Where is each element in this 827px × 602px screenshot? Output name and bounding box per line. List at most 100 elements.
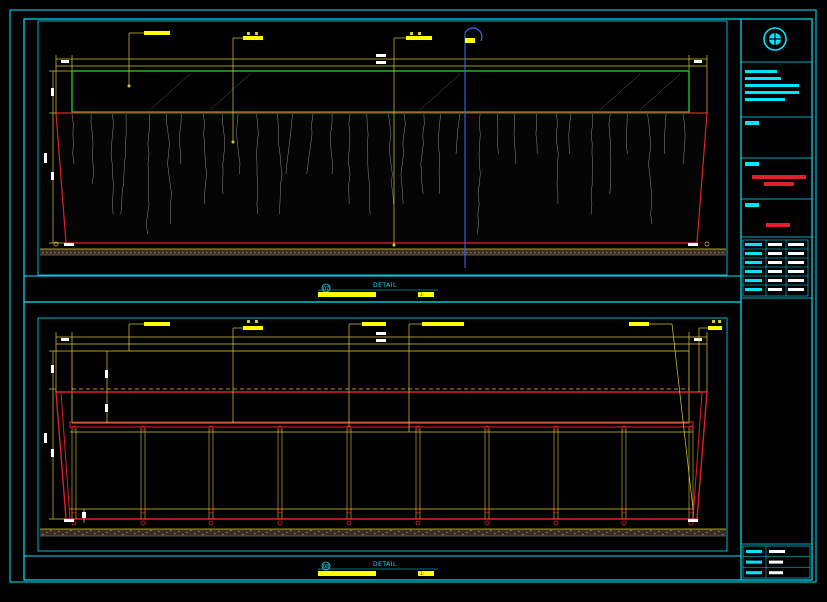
floor-hatch-dot	[418, 252, 420, 253]
floor-hatch-dot	[282, 252, 284, 253]
floor-hatch-dot	[518, 252, 520, 253]
floor-hatch-dot	[374, 533, 376, 534]
dim-label-overall	[376, 54, 386, 57]
floor-hatch-dot	[606, 252, 608, 253]
floor-hatch-dot	[690, 530, 692, 531]
callout-mark	[418, 32, 421, 35]
section-pointer-icon	[464, 27, 483, 43]
floor-hatch-dot	[42, 252, 44, 253]
floor-hatch-dot	[242, 252, 244, 253]
floor-hatch-dot	[442, 252, 444, 253]
sign-cell-bar	[768, 252, 782, 255]
floor-hatch-dot	[482, 252, 484, 253]
floor-hatch-dot	[614, 533, 616, 534]
floor-hatch-dot	[174, 533, 176, 534]
frame-bolt	[621, 520, 627, 526]
floor-hatch-dot	[338, 531, 340, 532]
floor-hatch-dot	[290, 252, 292, 253]
floor-hatch-dot	[646, 532, 648, 533]
floor-hatch-dot	[198, 252, 200, 253]
floor-hatch-dot	[554, 252, 556, 253]
floor-hatch-dot	[286, 252, 288, 253]
floor-hatch-dot	[154, 533, 156, 534]
floor-hatch-dot	[598, 531, 600, 532]
callout-tag	[629, 322, 649, 326]
floor-hatch-dot	[670, 252, 672, 253]
floor-hatch-dot	[42, 534, 44, 535]
drawing-name-bar	[766, 223, 790, 227]
floor-hatch-dot	[194, 533, 196, 534]
floor-hatch-dot	[170, 530, 172, 531]
foot-label-left	[64, 519, 74, 522]
floor-hatch-dot	[54, 533, 56, 534]
floor-hatch-dot	[170, 252, 172, 253]
floor-hatch-dot	[74, 252, 76, 253]
floor-hatch-dot	[546, 532, 548, 533]
floor-hatch-dot	[606, 532, 608, 533]
floor-hatch-dot	[494, 533, 496, 534]
floor-hatch-dot	[246, 532, 248, 533]
floor-hatch-dot	[458, 531, 460, 532]
floor-hatch-dot	[290, 530, 292, 531]
floor-hatch-dot	[558, 531, 560, 532]
floor-hatch-dot	[518, 531, 520, 532]
floor-hatch-dot	[526, 252, 528, 253]
dim-label-total	[44, 153, 47, 163]
floor-hatch-dot	[586, 252, 588, 253]
floor-hatch-dot	[258, 252, 260, 253]
floor-hatch-dot	[674, 252, 676, 253]
floor-hatch-dot	[158, 531, 160, 532]
callout-tag	[406, 36, 432, 40]
floor-hatch-dot	[346, 252, 348, 253]
sign-cell-bar	[745, 261, 762, 264]
floor-hatch-dot	[142, 534, 144, 535]
frame-bolt	[208, 508, 214, 514]
foot-marker	[704, 241, 710, 247]
floor-hatch-dot	[310, 252, 312, 253]
frame-bolt	[688, 508, 694, 514]
frame-bolt	[346, 520, 352, 526]
floor-hatch-dot	[294, 533, 296, 534]
tb-label-tag	[745, 162, 759, 166]
floor-hatch-dot	[698, 531, 700, 532]
floor-hatch-dot	[174, 252, 176, 253]
sign-table-border	[742, 239, 809, 297]
callout-mark	[255, 32, 258, 35]
foot-label-right	[688, 519, 698, 522]
frame-bolt	[415, 508, 421, 514]
floor-hatch-dot	[266, 532, 268, 533]
callout-tag	[144, 31, 170, 35]
floor-hatch-dot	[410, 252, 412, 253]
floor-hatch-dot	[302, 534, 304, 535]
floor-hatch-dot	[406, 532, 408, 533]
floor-hatch-dot	[662, 252, 664, 253]
callout-mark	[247, 320, 250, 323]
floor-hatch-dot	[610, 252, 612, 253]
floor-hatch-dot	[54, 252, 56, 253]
dim-label-lower	[51, 449, 54, 457]
floor-hatch-dot	[506, 532, 508, 533]
floor-hatch-dot	[394, 533, 396, 534]
dim-label-lower	[51, 172, 54, 180]
sign-cell-bar	[788, 243, 804, 246]
floor-hatch-dot	[330, 252, 332, 253]
frame-bolt	[277, 520, 283, 526]
dim-label-foot	[82, 512, 86, 518]
floor-hatch-dot	[298, 252, 300, 253]
floor-hatch-dot	[466, 252, 468, 253]
view-1-id: 07	[323, 286, 329, 292]
floor-hatch-dot	[654, 252, 656, 253]
floor-hatch-dot	[590, 252, 592, 253]
floor-hatch-dot	[94, 252, 96, 253]
floor-hatch-dot	[98, 252, 100, 253]
floor-hatch-dot	[354, 252, 356, 253]
foot-label-right	[688, 243, 698, 246]
floor-hatch-dot	[206, 252, 208, 253]
floor-hatch-dot	[166, 532, 168, 533]
floor-hatch-dot	[430, 530, 432, 531]
floor-hatch-dot	[306, 532, 308, 533]
reflection-line	[149, 73, 191, 111]
sign-cell-bar	[788, 252, 804, 255]
reflection-line	[639, 73, 681, 111]
floor-hatch-dot	[302, 252, 304, 253]
